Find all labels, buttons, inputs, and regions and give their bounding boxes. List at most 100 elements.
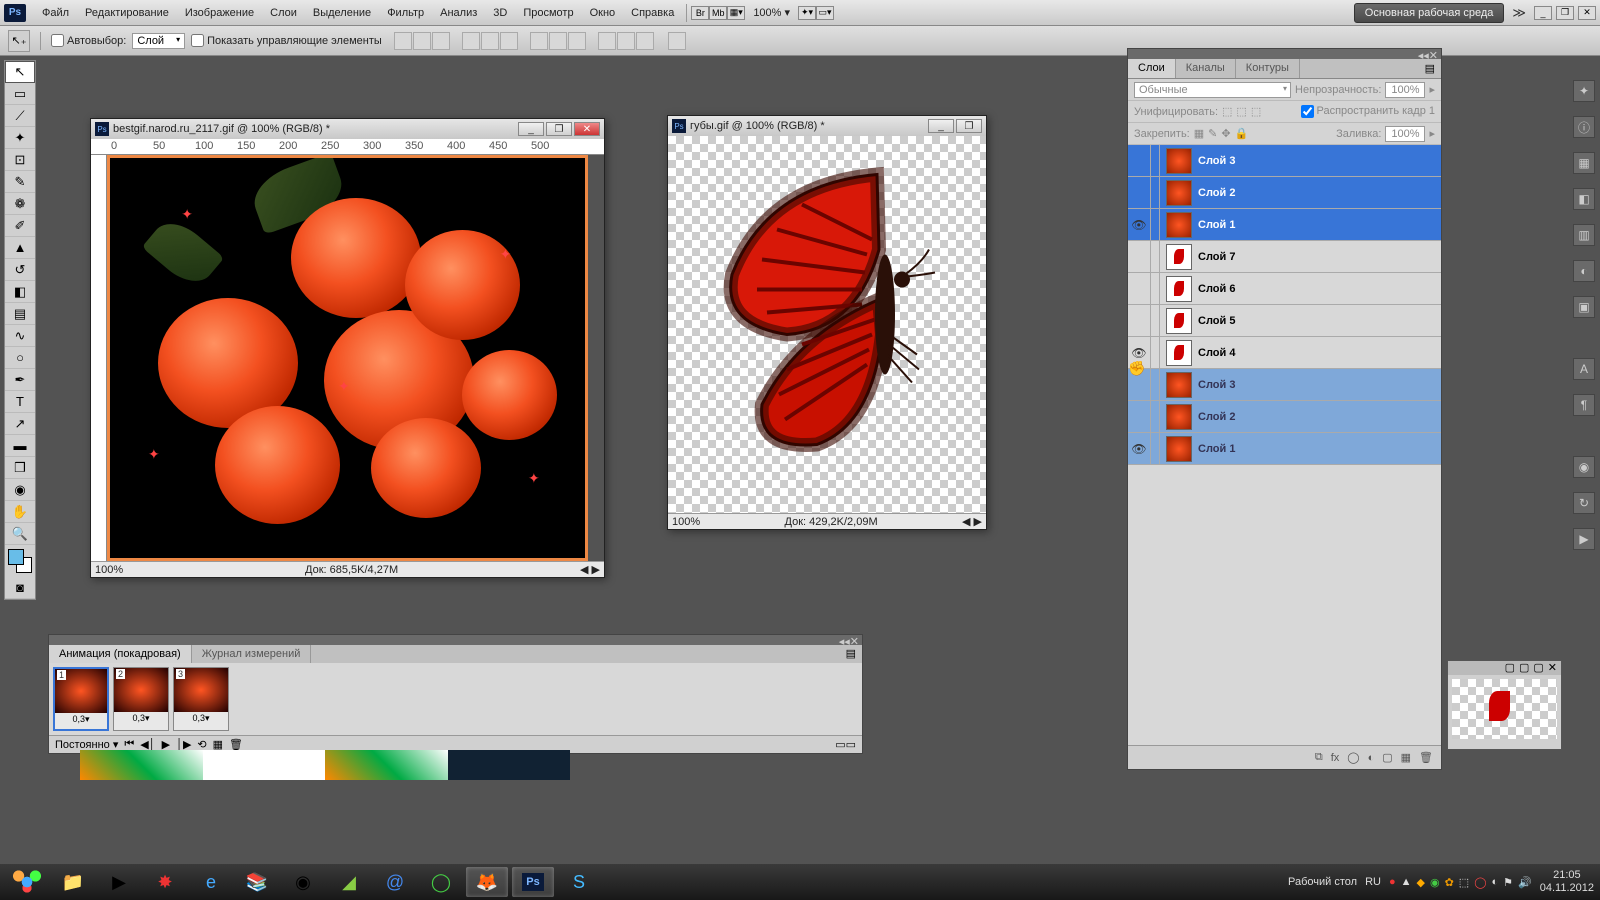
history-brush-tool[interactable]: ↺ (5, 259, 35, 281)
autoselect-checkbox[interactable]: Автовыбор: (51, 34, 126, 47)
lock-icon[interactable]: ✎ (1208, 127, 1217, 140)
align-btn[interactable] (394, 32, 412, 50)
menu-layers[interactable]: Слои (262, 3, 305, 23)
blur-tool[interactable]: ∿ (5, 325, 35, 347)
close-button[interactable]: ✕ (1578, 6, 1596, 20)
lang-indicator[interactable]: RU (1365, 876, 1381, 888)
clock[interactable]: 21:0504.11.2012 (1540, 869, 1594, 895)
dist-btn[interactable] (636, 32, 654, 50)
tab-layers[interactable]: Слои (1128, 59, 1176, 78)
fx-icon[interactable]: fx (1331, 752, 1340, 764)
task-wmp[interactable]: ▶ (98, 867, 140, 897)
dist-btn[interactable] (549, 32, 567, 50)
layer-row[interactable]: 👁Слой 4 (1128, 337, 1441, 369)
layer-thumbnail[interactable] (1166, 404, 1192, 430)
menu-view[interactable]: Просмотр (515, 3, 581, 23)
task-photoshop[interactable]: Ps (512, 867, 554, 897)
dist-btn[interactable] (568, 32, 586, 50)
eyedropper-tool[interactable]: ✎ (5, 171, 35, 193)
animation-panel[interactable]: ◂◂ ✕ Анимация (покадровая) Журнал измере… (48, 634, 863, 754)
layers-panel[interactable]: ◂◂ ✕ Слои Каналы Контуры ▤ Обычные Непро… (1127, 48, 1442, 770)
dock-color-icon[interactable]: ▦ (1573, 152, 1595, 174)
task-explorer[interactable]: 📁 (52, 867, 94, 897)
document-window-butterfly[interactable]: Ps губы.gif @ 100% (RGB/8) * _ ❐ 100% До… (667, 115, 987, 530)
zoom-level[interactable]: 100% ▾ (745, 2, 798, 23)
align-btn[interactable] (481, 32, 499, 50)
dock-info-icon[interactable]: ⓘ (1573, 116, 1595, 138)
shape-tool[interactable]: ▬ (5, 435, 35, 457)
layer-thumbnail[interactable] (1166, 340, 1192, 366)
tray-icon[interactable]: ⬚ (1459, 876, 1469, 889)
tray-icon[interactable]: ⚑ (1503, 876, 1513, 889)
convert-timeline-button[interactable]: ▭▭ (835, 738, 856, 751)
dock-hist-icon[interactable]: ↻ (1573, 492, 1595, 514)
move-tool[interactable]: ↖ (5, 61, 35, 83)
panel-close-icon[interactable]: ✕ (850, 635, 859, 645)
hand-tool[interactable]: ✋ (5, 501, 35, 523)
color-swatch[interactable] (8, 549, 32, 573)
menu-filter[interactable]: Фильтр (379, 3, 432, 23)
tab-measurement[interactable]: Журнал измерений (192, 645, 312, 663)
hand-doc-icon[interactable]: ✦▾ (798, 6, 816, 20)
dock-actions-icon[interactable]: ▶ (1573, 528, 1595, 550)
layer-row[interactable]: 👁Слой 1 (1128, 433, 1441, 465)
align-btn[interactable] (500, 32, 518, 50)
autoselect-target[interactable]: Слой (132, 33, 185, 49)
frame-delay[interactable]: 0,3▾ (114, 712, 168, 725)
tray-icon[interactable]: ◐ (1492, 876, 1499, 889)
panel-menu-icon[interactable]: ▤ (1419, 59, 1441, 78)
task-skype[interactable]: S (558, 867, 600, 897)
nav-btn[interactable]: ▢ (1505, 661, 1515, 675)
task-chrome[interactable]: ◉ (282, 867, 324, 897)
layer-row[interactable]: 👁Слой 1 (1128, 209, 1441, 241)
workspace-switcher[interactable]: Основная рабочая среда (1354, 3, 1505, 23)
mask-icon[interactable]: ◯ (1347, 751, 1359, 764)
menu-edit[interactable]: Редактирование (77, 3, 177, 23)
layer-row[interactable]: Слой 6 (1128, 273, 1441, 305)
new-layer-icon[interactable]: ▦ (1401, 751, 1411, 764)
propagate-checkbox[interactable]: Распространить кадр 1 (1301, 105, 1435, 118)
dock-styles-icon[interactable]: ▥ (1573, 224, 1595, 246)
eraser-tool[interactable]: ◧ (5, 281, 35, 303)
align-btn[interactable] (413, 32, 431, 50)
path-tool[interactable]: ↗ (5, 413, 35, 435)
unify-icon[interactable]: ⬚ (1222, 105, 1232, 118)
align-btn[interactable] (462, 32, 480, 50)
doc-restore[interactable]: ❐ (546, 122, 572, 136)
zoom-tool[interactable]: 🔍 (5, 523, 35, 545)
doc-canvas[interactable] (668, 136, 986, 513)
adjustment-icon[interactable]: ◐ (1368, 752, 1375, 764)
doc-restore[interactable]: ❐ (956, 119, 982, 133)
tab-channels[interactable]: Каналы (1176, 59, 1236, 78)
blend-mode-select[interactable]: Обычные (1134, 82, 1291, 98)
link-icon[interactable]: ⧉ (1315, 751, 1323, 764)
menu-image[interactable]: Изображение (177, 3, 262, 23)
tab-animation[interactable]: Анимация (покадровая) (49, 645, 192, 663)
doc-minimize[interactable]: _ (928, 119, 954, 133)
doc-minimize[interactable]: _ (518, 122, 544, 136)
dock-char-icon[interactable]: A (1573, 358, 1595, 380)
start-button[interactable] (6, 867, 48, 897)
nav-btn[interactable]: ▢ (1533, 661, 1543, 675)
tab-paths[interactable]: Контуры (1236, 59, 1300, 78)
dock-para-icon[interactable]: ¶ (1573, 394, 1595, 416)
auto-align-btn[interactable] (668, 32, 686, 50)
layer-row[interactable]: Слой 2 (1128, 401, 1441, 433)
tray-icon[interactable]: ▲ (1401, 876, 1412, 889)
dodge-tool[interactable]: ○ (5, 347, 35, 369)
dock-mask-icon[interactable]: ▣ (1573, 296, 1595, 318)
stamp-tool[interactable]: ▲ (5, 237, 35, 259)
tray-volume-icon[interactable]: 🔊 (1518, 876, 1532, 889)
visibility-toggle[interactable]: 👁 (1128, 442, 1150, 456)
unify-icon[interactable]: ⬚ (1236, 105, 1246, 118)
layer-thumbnail[interactable] (1166, 244, 1192, 270)
brush-tool[interactable]: ✐ (5, 215, 35, 237)
lock-icon[interactable]: ✥ (1221, 127, 1230, 140)
bridge-icon[interactable]: Br (691, 6, 709, 20)
panel-close-icon[interactable]: ✕ (1429, 49, 1438, 59)
fill-input[interactable]: 100% (1385, 126, 1425, 142)
menu-help[interactable]: Справка (623, 3, 682, 23)
gradient-tool[interactable]: ▤ (5, 303, 35, 325)
tray-icon[interactable]: ✿ (1445, 876, 1454, 889)
show-controls-checkbox[interactable]: Показать управляющие элементы (191, 34, 382, 47)
